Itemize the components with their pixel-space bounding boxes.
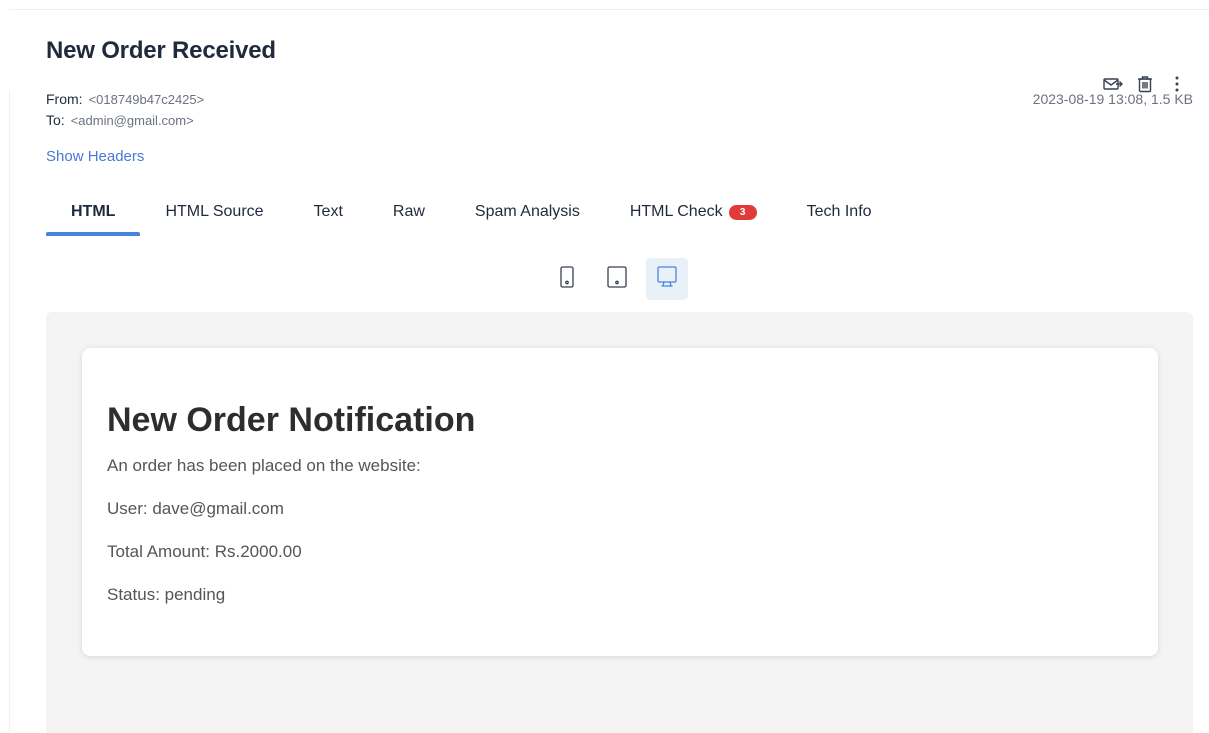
tab-spam-analysis[interactable]: Spam Analysis [450, 188, 605, 236]
view-tabs: HTML HTML Source Text Raw Spam Analysis … [46, 188, 897, 236]
email-heading: New Order Notification [107, 401, 476, 439]
tab-label: HTML [71, 203, 116, 220]
from-row: From: <018749b47c2425> [46, 89, 204, 110]
message-timestamp: 2023-08-19 13:08, 1.5 KB [1032, 91, 1193, 107]
tablet-icon [607, 265, 627, 293]
from-value: <018749b47c2425> [88, 92, 205, 107]
email-body-card: New Order Notification An order has been… [82, 348, 1158, 656]
top-divider [9, 9, 1209, 10]
tab-label: HTML Check [629, 203, 723, 220]
tab-html-check[interactable]: HTML Check 3 [605, 188, 782, 236]
tab-label: Tech Info [806, 203, 872, 220]
mobile-icon [560, 265, 574, 293]
email-total: Total Amount: Rs.2000.00 [107, 542, 302, 561]
html-check-badge: 3 [728, 204, 757, 220]
tab-label: HTML Source [165, 203, 264, 220]
device-switcher [546, 258, 688, 300]
tab-html[interactable]: HTML [46, 188, 141, 236]
email-status: Status: pending [107, 585, 226, 604]
message-meta: From: <018749b47c2425> To: <admin@gmail.… [46, 89, 204, 131]
tablet-view-button[interactable] [596, 258, 638, 300]
email-user: User: dave@gmail.com [107, 499, 284, 518]
from-label: From: [46, 91, 83, 107]
tab-label: Raw [392, 203, 425, 220]
mobile-view-button[interactable] [546, 258, 588, 300]
to-label: To: [46, 112, 65, 128]
show-headers-link[interactable]: Show Headers [46, 147, 144, 167]
desktop-icon [657, 265, 677, 293]
tab-raw[interactable]: Raw [368, 188, 450, 236]
message-header: New Order Received [46, 33, 1193, 93]
message-subject: New Order Received [46, 37, 276, 64]
tab-html-source[interactable]: HTML Source [140, 188, 288, 236]
tab-tech-info[interactable]: Tech Info [782, 188, 897, 236]
email-intro: An order has been placed on the website: [107, 456, 421, 475]
to-row: To: <admin@gmail.com> [46, 110, 204, 131]
tab-label: Text [313, 203, 343, 220]
tab-text[interactable]: Text [289, 188, 368, 236]
email-preview: New Order Notification An order has been… [46, 312, 1193, 733]
tab-label: Spam Analysis [474, 203, 580, 220]
desktop-view-button[interactable] [646, 258, 688, 300]
to-value: <admin@gmail.com> [70, 113, 194, 128]
left-divider [9, 90, 10, 733]
